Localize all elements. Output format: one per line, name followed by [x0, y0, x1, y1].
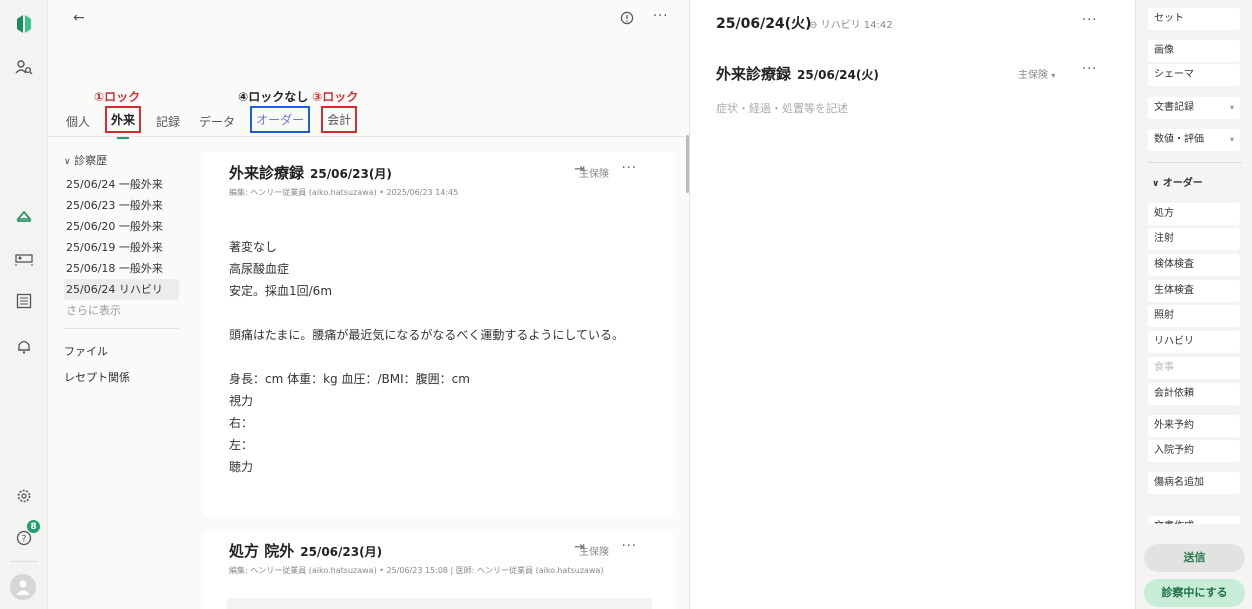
bell-icon[interactable] [12, 334, 36, 358]
link-icon: ⊖ [809, 20, 818, 31]
record-editor[interactable]: 症状・経過・処置等を記述 [716, 100, 848, 116]
tab-record[interactable]: 記録 [152, 110, 184, 133]
rail-divider [10, 561, 38, 562]
card-title: 処方 院外 25/06/23(月) [229, 542, 383, 560]
chevron-down-icon: ▾ [1229, 103, 1234, 112]
order-meal: 食事 [1148, 357, 1240, 379]
alert-circle-icon[interactable] [620, 10, 634, 29]
outpatient-record-card: 外来診療録 25/06/23(月) ⇥ 主保険 ··· 編集: ヘンリー従業員 (… [203, 152, 673, 517]
visit-history-sidebar: ∨ 診察歴 25/06/24 一般外来 25/06/23 一般外来 25/06/… [64, 152, 179, 391]
back-arrow-icon[interactable]: ← [73, 10, 85, 26]
linked-visit[interactable]: ⊖ リハビリ 14:42 [809, 16, 893, 31]
tab-divider [48, 136, 689, 137]
record-line: 頭痛はたまに。腰痛が最近気になるがなるべく運動するようにしている。 [229, 328, 625, 342]
record-title: 外来診療録 25/06/24(火) [716, 65, 879, 83]
history-item-selected[interactable]: 25/06/24 リハビリ [64, 279, 179, 300]
record-line: 著変なし [229, 240, 278, 254]
pane-more-icon[interactable]: ··· [1082, 13, 1097, 28]
svg-text:?: ? [22, 535, 27, 545]
order-rail: セット 画像 シェーマ 文書記録 ▾ 数値・評価 ▾ ∨ オーダー 処方 注射 検体… [1135, 0, 1252, 609]
order-billing-request[interactable]: 会計依頼 [1148, 383, 1240, 405]
chevron-down-icon: ▾ [1051, 71, 1056, 80]
edit-meta: 編集: ヘンリー従業員 (aiko.hatsuzawa) • 25/06/23 … [229, 566, 604, 575]
order-irradiation[interactable]: 照射 [1148, 305, 1240, 327]
home-icon[interactable] [12, 204, 36, 228]
set-button[interactable]: セット [1148, 8, 1240, 30]
history-header[interactable]: ∨ 診察歴 [64, 152, 179, 168]
patient-search-icon[interactable] [12, 56, 36, 80]
order-specimen-test[interactable]: 検体検査 [1148, 254, 1240, 276]
left-rail: ? 8 [0, 0, 48, 609]
bed-icon[interactable] [12, 247, 36, 271]
prescription-body [227, 598, 652, 609]
insurance-label: 主保険 [579, 547, 609, 558]
tab-order[interactable]: ④ロックなし オーダー [238, 90, 311, 133]
tab-data[interactable]: データ [195, 110, 239, 133]
notification-badge: 8 [27, 520, 40, 533]
list-icon[interactable] [12, 289, 36, 313]
order-admission-reservation[interactable]: 入院予約 [1148, 440, 1240, 462]
send-button[interactable]: 送信 [1144, 544, 1245, 572]
current-record-pane: 25/06/24(火) ⊖ リハビリ 14:42 ··· 外来診療録 25/06/… [690, 0, 1135, 609]
annotation-lock-1: ①ロック [94, 90, 141, 104]
tab-personal[interactable]: 個人 [62, 110, 94, 133]
order-document-creation[interactable]: 文書作成 [1148, 516, 1240, 524]
visit-date: 25/06/24(火) [716, 16, 812, 32]
card-title: 外来診療録 25/06/23(月) [229, 164, 392, 182]
order-divider [1148, 162, 1242, 163]
user-avatar[interactable] [10, 574, 36, 600]
order-section-header[interactable]: ∨ オーダー [1152, 174, 1203, 189]
record-line: 聴力 [229, 460, 254, 474]
schema-button[interactable]: シェーマ [1148, 64, 1240, 86]
start-consultation-button[interactable]: 診察中にする [1144, 579, 1245, 607]
help-icon[interactable]: ? 8 [12, 520, 40, 550]
tab-outpatient[interactable]: ①ロック 外来 [94, 90, 142, 139]
history-item[interactable]: 25/06/19 一般外来 [64, 237, 179, 258]
insurance-select[interactable]: 主保険 ▾ [1018, 66, 1055, 81]
record-line: 左： [229, 438, 254, 452]
order-injection[interactable]: 注射 [1148, 228, 1240, 250]
order-outpatient-reservation[interactable]: 外来予約 [1148, 415, 1240, 437]
history-item[interactable]: 25/06/23 一般外来 [64, 195, 179, 216]
prescription-card: 処方 院外 25/06/23(月) ⇥ 主保険 ··· 編集: ヘンリー従業員 (… [203, 530, 673, 609]
chevron-down-icon: ▾ [1229, 135, 1234, 144]
tab-order-label: オーダー [256, 113, 305, 127]
logo-icon[interactable] [12, 12, 36, 36]
card-more-icon[interactable]: ··· [622, 539, 637, 554]
tab-billing[interactable]: ③ロック 会計 [312, 90, 358, 133]
order-rehabilitation[interactable]: リハビリ [1148, 331, 1240, 353]
add-diagnosis-button[interactable]: 傷病名追加 [1148, 472, 1240, 494]
value-evaluation-select[interactable]: 数値・評価 ▾ [1148, 129, 1240, 151]
card-more-icon[interactable]: ··· [622, 161, 637, 176]
record-tabs: 個人 ①ロック 外来 記録 データ ④ロックなし オーダー ③ロック 会計 [62, 90, 368, 139]
more-menu-icon[interactable]: ··· [653, 9, 668, 24]
receipt-link[interactable]: レセプト関係 [64, 365, 179, 391]
document-record-select[interactable]: 文書記録 ▾ [1148, 97, 1240, 119]
edit-meta: 編集: ヘンリー従業員 (aiko.hatsuzawa) • 2025/06/2… [229, 188, 459, 197]
history-item[interactable]: 25/06/20 一般外来 [64, 216, 179, 237]
record-line: 視力 [229, 394, 254, 408]
sidebar-divider [64, 328, 179, 329]
history-item[interactable]: 25/06/24 一般外来 [64, 174, 179, 195]
patient-panel: ← ··· 個人 ①ロック 外来 記録 データ ④ロックなし オーダー ③ロック… [48, 0, 690, 609]
tab-billing-label: 会計 [327, 113, 352, 127]
order-prescription[interactable]: 処方 [1148, 203, 1240, 225]
order-physiological-test[interactable]: 生体検査 [1148, 280, 1240, 302]
scrollbar[interactable] [686, 135, 689, 193]
insurance-label: 主保険 [579, 169, 609, 180]
show-more-link[interactable]: さらに表示 [64, 300, 179, 322]
history-item[interactable]: 25/06/18 一般外来 [64, 258, 179, 279]
record-more-icon[interactable]: ··· [1082, 62, 1097, 77]
annotation-no-lock-4: ④ロックなし [238, 90, 309, 104]
settings-icon[interactable] [12, 484, 36, 508]
record-line: 右： [229, 416, 254, 430]
files-link[interactable]: ファイル [64, 339, 179, 365]
record-line: 高尿酸血症 [229, 262, 290, 276]
tab-outpatient-label: 外来 [111, 113, 136, 127]
image-button[interactable]: 画像 [1148, 40, 1240, 62]
record-line: 身長：cm 体重：kg 血圧：/BMI：腹囲：cm [229, 372, 470, 386]
record-line: 安定。採血1回/6m [229, 284, 333, 298]
annotation-lock-3: ③ロック [312, 90, 359, 104]
